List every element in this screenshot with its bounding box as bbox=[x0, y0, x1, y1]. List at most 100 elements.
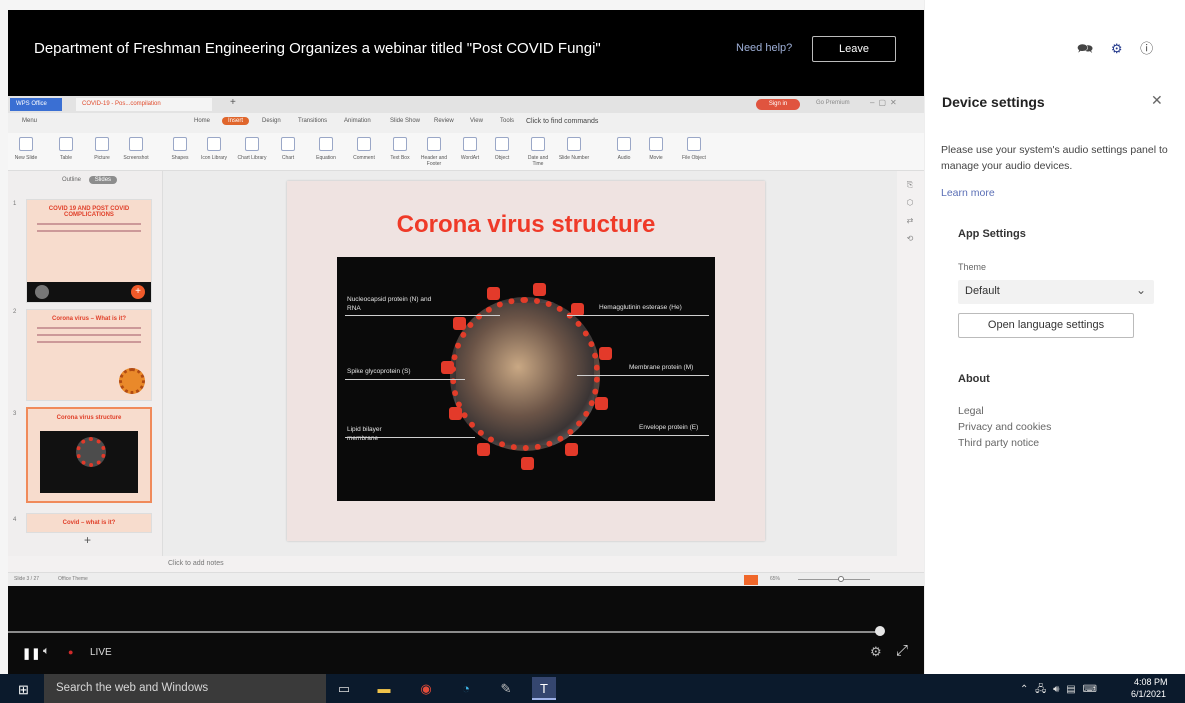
teams-icon[interactable]: T bbox=[532, 677, 556, 700]
menu-review[interactable]: Review bbox=[434, 118, 454, 124]
thumb-number: 2 bbox=[13, 309, 17, 315]
legal-link[interactable]: Legal bbox=[958, 405, 984, 417]
menu-animation[interactable]: Animation bbox=[344, 118, 371, 124]
ribbon-wordart[interactable]: WordArt bbox=[454, 137, 486, 161]
thumb-diagram bbox=[40, 431, 138, 493]
shape-icon[interactable]: ⬡ bbox=[900, 194, 920, 212]
ribbon-icon-library[interactable]: Icon Library bbox=[198, 137, 230, 161]
ribbon-screenshot[interactable]: Screenshot bbox=[120, 137, 152, 161]
thumb-title: Corona virus structure bbox=[56, 415, 122, 421]
chevron-up-icon[interactable]: ⌃ bbox=[1020, 684, 1028, 695]
find-commands-search[interactable]: Click to find commands bbox=[526, 118, 598, 125]
notes-field[interactable]: Click to add notes bbox=[168, 560, 224, 567]
current-slide[interactable]: Corona virus structure Nucleocapsid prot… bbox=[287, 181, 765, 541]
slide-thumb-3[interactable]: Corona virus structure bbox=[26, 407, 152, 503]
gear-icon[interactable]: ⚙ bbox=[1111, 41, 1123, 56]
speaker-icon[interactable]: 🔊︎ bbox=[1053, 684, 1059, 695]
slide-editor: Corona virus structure Nucleocapsid prot… bbox=[163, 171, 897, 556]
zoom-slider[interactable] bbox=[798, 579, 870, 580]
device-settings-panel: 🗪︎ ⚙ ⓘ Device settings ✕ Please use your… bbox=[924, 0, 1185, 674]
clock-date[interactable]: 6/1/2021 bbox=[1131, 689, 1166, 699]
windows-start-icon[interactable]: ⊞ bbox=[18, 682, 29, 698]
ribbon-table[interactable]: Table bbox=[50, 137, 82, 161]
ribbon-shapes[interactable]: Shapes bbox=[164, 137, 196, 161]
fullscreen-icon[interactable]: ⤢ bbox=[896, 642, 908, 659]
ribbon-audio[interactable]: Audio bbox=[608, 137, 640, 161]
close-icon[interactable]: ✕ bbox=[1151, 92, 1163, 109]
playback-progress[interactable] bbox=[8, 631, 884, 633]
gear-icon[interactable]: ⚙ bbox=[870, 644, 882, 660]
theme-dropdown[interactable]: Default ⌄ bbox=[958, 280, 1154, 304]
new-tab-icon[interactable]: + bbox=[230, 97, 236, 108]
leave-button[interactable]: Leave bbox=[812, 36, 896, 62]
ribbon-comment[interactable]: Comment bbox=[348, 137, 380, 161]
menu-design[interactable]: Design bbox=[262, 118, 281, 124]
icon-library-icon bbox=[207, 137, 221, 151]
slide-thumb-2[interactable]: Corona virus – What is it? bbox=[26, 309, 152, 401]
ribbon-chart[interactable]: Chart bbox=[272, 137, 304, 161]
virus-structure-diagram: Nucleocapsid protein (N) and RNA Spike g… bbox=[337, 257, 715, 501]
menu-transitions[interactable]: Transitions bbox=[298, 118, 327, 124]
menu-view[interactable]: View bbox=[470, 118, 483, 124]
label-nucleocapsid: Nucleocapsid protein (N) and RNA bbox=[347, 296, 432, 312]
ribbon-new-slide[interactable]: New Slide bbox=[10, 137, 42, 161]
ribbon-file-object[interactable]: File Object bbox=[678, 137, 710, 161]
system-tray[interactable]: ⌃ 🖧︎ 🔊︎ ▤ ⌨ bbox=[1020, 682, 1097, 699]
ribbon-movie[interactable]: Movie bbox=[640, 137, 672, 161]
app-tab-bar: WPS Office COVID-19 - Pos...compilation … bbox=[8, 96, 924, 113]
menu-insert[interactable]: Insert bbox=[222, 117, 250, 125]
menu-tools[interactable]: Tools bbox=[500, 118, 514, 124]
history-icon[interactable]: ⟲ bbox=[900, 230, 920, 248]
ribbon-object[interactable]: Object bbox=[486, 137, 518, 161]
zoom-level[interactable]: 65% bbox=[770, 576, 780, 582]
need-help-link[interactable]: Need help? bbox=[736, 42, 792, 54]
playback-scrubber[interactable] bbox=[874, 626, 885, 636]
edge-icon[interactable]: ◔ bbox=[454, 677, 478, 700]
clock-time[interactable]: 4:08 PM bbox=[1134, 677, 1168, 687]
privacy-link[interactable]: Privacy and cookies bbox=[958, 421, 1051, 433]
screen-root: Department of Freshman Engineering Organ… bbox=[0, 0, 1185, 703]
ribbon-date-time[interactable]: Date and Time bbox=[522, 137, 554, 167]
menu-main[interactable]: Menu bbox=[22, 118, 37, 124]
tab-wps-office[interactable]: WPS Office bbox=[10, 98, 62, 111]
slide-thumb-1[interactable]: COVID 19 AND POST COVID COMPLICATIONS + bbox=[26, 199, 152, 303]
ribbon-picture[interactable]: Picture bbox=[86, 137, 118, 161]
transform-icon[interactable]: ⇄ bbox=[900, 212, 920, 230]
menu-home[interactable]: Home bbox=[194, 118, 210, 124]
network-icon[interactable]: 🖧︎ bbox=[1035, 684, 1046, 695]
pause-icon[interactable]: ❚❚ bbox=[22, 647, 40, 660]
tab-outline[interactable]: Outline bbox=[56, 176, 87, 184]
ribbon-equation[interactable]: Equation bbox=[310, 137, 342, 161]
copy-icon[interactable]: ⎘ bbox=[900, 176, 920, 194]
sign-in-button[interactable]: Sign in bbox=[756, 99, 800, 110]
ribbon-chart-library[interactable]: Chart Library bbox=[236, 137, 268, 161]
play-slideshow-button[interactable] bbox=[744, 575, 758, 585]
ribbon-header-footer[interactable]: Header and Footer bbox=[418, 137, 450, 167]
open-language-settings-button[interactable]: Open language settings bbox=[958, 313, 1134, 338]
ribbon-slide-number[interactable]: Slide Number bbox=[558, 137, 590, 161]
search-placeholder: Search the web and Windows bbox=[56, 682, 209, 694]
add-slide-icon[interactable]: + bbox=[84, 533, 91, 547]
volume-icon[interactable]: 🔈︎ bbox=[43, 645, 50, 658]
taskbar-search-box[interactable]: Search the web and Windows bbox=[44, 674, 326, 703]
chrome-icon[interactable]: ◉ bbox=[414, 677, 438, 700]
go-premium-link[interactable]: Go Premium bbox=[816, 100, 850, 106]
keyboard-icon[interactable]: ⌨ bbox=[1082, 684, 1096, 695]
notification-icon[interactable]: ▤ bbox=[1066, 684, 1075, 695]
task-view-icon[interactable]: ▭ bbox=[332, 677, 356, 700]
thumb-title: COVID 19 AND POST COVID COMPLICATIONS bbox=[48, 206, 130, 218]
app-icon[interactable]: ✎ bbox=[494, 677, 518, 700]
learn-more-link[interactable]: Learn more bbox=[941, 187, 995, 199]
slide-thumb-4[interactable]: Covid – what is it? bbox=[26, 513, 152, 533]
file-explorer-icon[interactable]: ▬ bbox=[372, 677, 396, 700]
menu-slide-show[interactable]: Slide Show bbox=[390, 118, 420, 124]
ribbon-text-box[interactable]: Text Box bbox=[384, 137, 416, 161]
tab-slides[interactable]: Slides bbox=[88, 176, 118, 184]
third-party-link[interactable]: Third party notice bbox=[958, 437, 1039, 449]
zoom-slider-handle[interactable] bbox=[838, 576, 844, 582]
info-icon[interactable]: ⓘ bbox=[1140, 41, 1153, 56]
tab-document[interactable]: COVID-19 - Pos...compilation bbox=[76, 98, 212, 111]
chat-icon[interactable]: 🗪︎ bbox=[1077, 41, 1093, 56]
plus-icon: + bbox=[131, 285, 145, 299]
window-controls[interactable]: –▢✕ bbox=[870, 98, 901, 107]
